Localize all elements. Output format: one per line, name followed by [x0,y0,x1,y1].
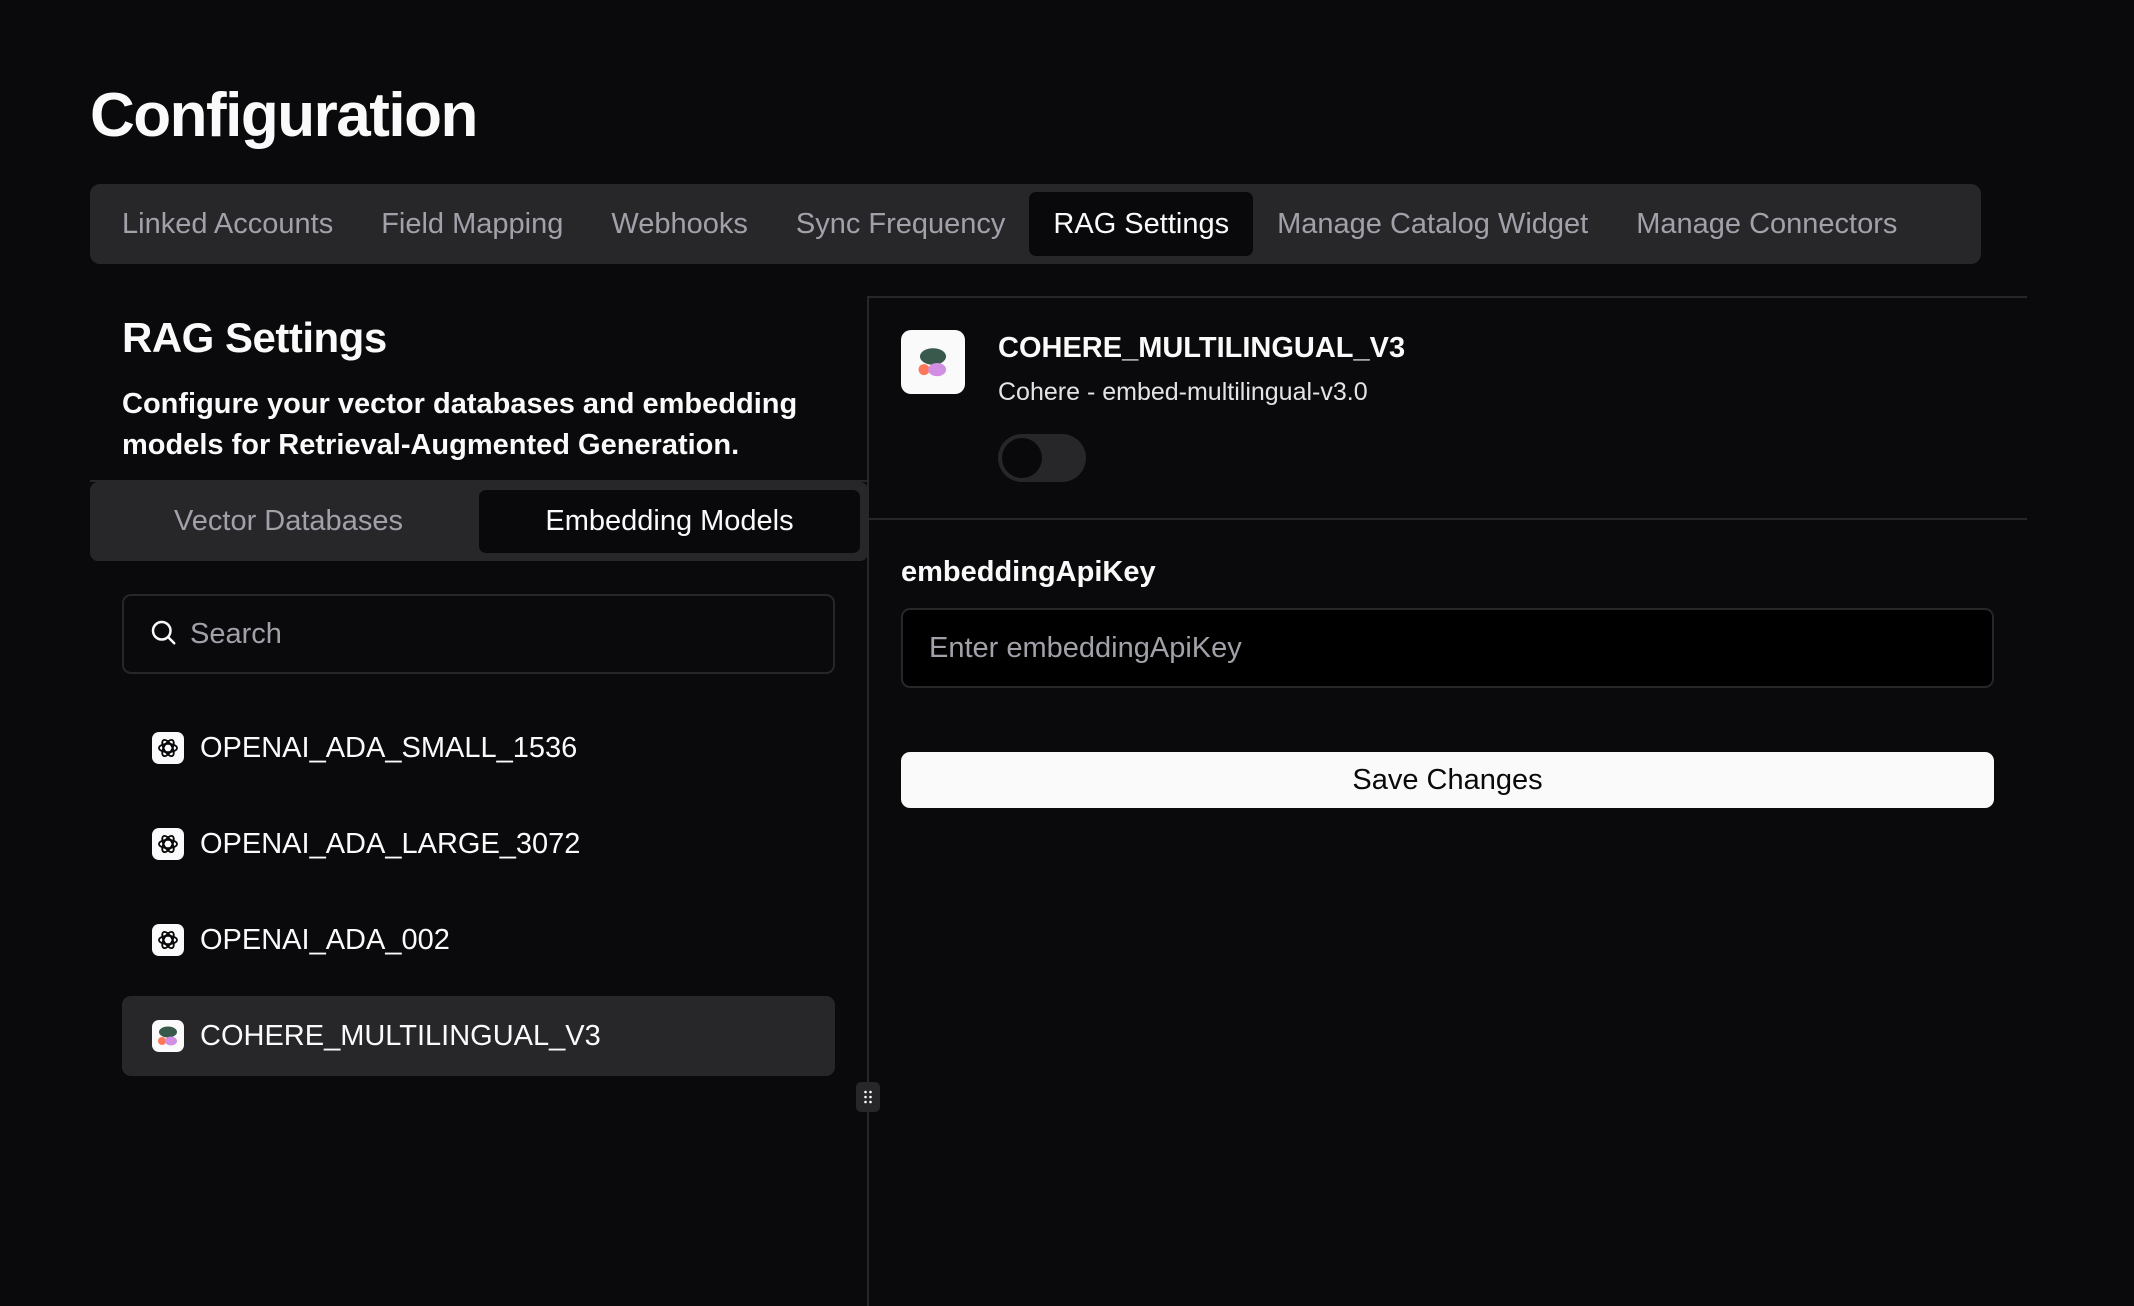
cohere-logo-icon [901,330,965,394]
save-changes-button[interactable]: Save Changes [901,752,1994,808]
tab-manage-catalog-widget[interactable]: Manage Catalog Widget [1253,192,1612,256]
divider [869,518,2027,520]
rag-description: Configure your vector databases and embe… [122,388,798,461]
model-name: COHERE_MULTILINGUAL_V3 [200,1019,601,1052]
detail-model-subtitle: Cohere - embed-multilingual-v3.0 [998,378,1368,406]
rag-title: RAG Settings [122,314,387,361]
search-icon [148,617,178,652]
list-item-openai-ada-small-1536[interactable]: OPENAI_ADA_SMALL_1536 [122,708,835,788]
list-item-openai-ada-large-3072[interactable]: OPENAI_ADA_LARGE_3072 [122,804,835,884]
embedding-model-list: OPENAI_ADA_SMALL_1536 OPENAI_ADA_LARGE_3… [122,708,835,1092]
model-name: OPENAI_ADA_002 [200,923,450,956]
rag-segment-control: Vector Databases Embedding Models [90,482,868,561]
segment-embedding-models[interactable]: Embedding Models [479,490,860,553]
list-item-cohere-multilingual-v3[interactable]: COHERE_MULTILINGUAL_V3 [122,996,835,1076]
search-box[interactable] [122,594,835,674]
segment-vector-databases[interactable]: Vector Databases [98,490,479,553]
tab-sync-frequency[interactable]: Sync Frequency [772,192,1030,256]
tab-rag-settings[interactable]: RAG Settings [1029,192,1254,256]
tab-linked-accounts[interactable]: Linked Accounts [98,192,357,256]
tab-manage-connectors[interactable]: Manage Connectors [1612,192,1921,256]
config-tab-bar: Linked Accounts Field Mapping Webhooks S… [90,184,1981,264]
detail-model-name: COHERE_MULTILINGUAL_V3 [998,332,1406,364]
resize-handle[interactable] [856,1082,880,1112]
tab-webhooks[interactable]: Webhooks [587,192,772,256]
model-name: OPENAI_ADA_SMALL_1536 [200,731,578,764]
embedding-api-key-field[interactable] [901,608,1994,688]
openai-logo-icon [152,924,184,956]
toggle-knob [1002,438,1042,478]
panel-divider [867,296,869,1306]
enable-toggle[interactable] [998,434,1086,482]
grip-icon [864,1090,872,1104]
model-name: OPENAI_ADA_LARGE_3072 [200,827,581,860]
list-item-openai-ada-002[interactable]: OPENAI_ADA_002 [122,900,835,980]
rag-header: RAG Settings Configure your vector datab… [122,314,862,466]
divider [869,296,2027,298]
openai-logo-icon [152,732,184,764]
page-title: Configuration [90,81,478,150]
cohere-logo-icon [152,1020,184,1052]
search-input[interactable] [190,617,790,651]
field-label: embeddingApiKey [901,556,1156,588]
openai-logo-icon [152,828,184,860]
tab-field-mapping[interactable]: Field Mapping [357,192,587,256]
